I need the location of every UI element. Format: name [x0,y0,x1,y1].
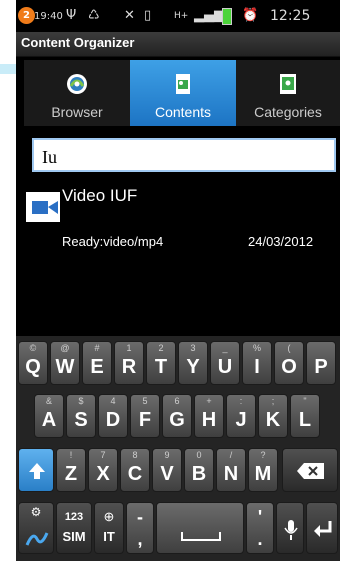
swype-icon [25,532,49,546]
backspace-icon [297,463,324,479]
key-n[interactable]: / N [216,448,246,492]
key-b[interactable]: 0B [184,448,214,492]
item-title: Video IUF [62,186,138,205]
key-a[interactable]: & A [34,394,64,438]
tab-categories-label: Categories [254,104,322,120]
key-d[interactable]: 4D [98,394,128,438]
tab-bar: Browser Contents Categories [24,60,340,126]
key-z[interactable]: ! Z [56,448,86,492]
microphone-key[interactable] [276,502,304,554]
recycle-icon: ♺ [88,8,100,23]
search-box [32,138,336,172]
alarm-icon: ⏰ [242,8,259,23]
microphone-icon [284,520,298,540]
document-icon [176,74,190,94]
space-bar-icon [181,532,221,541]
usb-icon: Ψ [66,8,77,23]
app-title: Content Organizer [21,35,135,50]
tab-contents-label: Contents [154,104,212,120]
key-l[interactable]: " L [290,394,320,438]
status-bar: 2 19:40 Ψ ♺ ✕ ▯ H+ ▂▄▆ ⏰ 12:25 [16,0,340,32]
phone-screen: 2 19:40 Ψ ♺ ✕ ▯ H+ ▂▄▆ ⏰ 12:25 Content O… [16,0,340,561]
key-c[interactable]: 8C [120,448,150,492]
gear-icon: ⚙ [30,505,42,519]
apostrophe-period-key[interactable]: ' . [246,502,274,554]
key-q[interactable]: © Q [18,341,48,385]
signal-icon: ▂▄▆ [194,8,224,23]
key-i[interactable]: % I [242,341,272,385]
key-o[interactable]: (O [274,341,304,385]
backspace-key[interactable] [282,448,338,492]
status-time: 12:25 [270,8,311,24]
item-subtitle: Ready:video/mp4 [62,234,164,249]
key-f[interactable]: 5F [130,394,160,438]
key-e[interactable]: # E [82,341,112,385]
globe-small-icon: ⊕ [103,509,115,524]
search-input[interactable] [40,143,334,171]
key-h[interactable]: + H [194,394,224,438]
settings-swype-key[interactable]: ⚙ [18,502,54,554]
shift-key[interactable] [18,448,54,492]
key-x[interactable]: 7X [88,448,118,492]
enter-key[interactable] [306,502,338,554]
key-p[interactable]: P [306,341,336,385]
vibrate-icon: ▯ [144,8,152,23]
tab-browser[interactable]: Browser [24,60,130,126]
hyphen-comma-key[interactable]: - , [126,502,154,554]
key-u[interactable]: _ U [210,341,240,385]
key-v[interactable]: 9V [152,448,182,492]
notification-badge: 2 [18,7,35,24]
mute-icon: ✕ [124,8,135,23]
language-key[interactable]: ⊕ IT [94,502,124,554]
enter-icon [314,521,332,537]
video-camera-icon [26,192,60,222]
notification-time: 19:40 [34,11,63,22]
data-hplus-icon: H+ [174,11,189,21]
battery-icon [222,8,232,25]
tab-browser-label: Browser [51,104,103,120]
app-title-bar: Content Organizer [16,32,340,57]
globe-icon [67,74,87,94]
page-margin [0,0,16,561]
key-r[interactable]: 1R [114,341,144,385]
key-m[interactable]: ? M [248,448,278,492]
list-item[interactable]: Video IUF Ready:video/mp4 24/03/2012 [16,180,340,260]
key-t[interactable]: 2T [146,341,176,385]
space-key[interactable] [156,502,244,554]
key-s[interactable]: $ S [66,394,96,438]
symbols-key[interactable]: 123 SIM [56,502,92,554]
shift-arrow-icon [29,463,45,479]
item-date: 24/03/2012 [248,234,314,249]
key-w[interactable]: @ W [50,341,80,385]
soft-keyboard: © Q @ W # E 1R 2T 3Y _ U % I (O P & A $ S 4D 5F… [16,336,340,561]
key-g[interactable]: 6G [162,394,192,438]
key-j[interactable]: :J [226,394,256,438]
key-y[interactable]: 3Y [178,341,208,385]
tab-categories[interactable]: Categories [236,60,340,126]
category-icon [280,74,296,94]
key-k[interactable]: ; K [258,394,288,438]
tab-contents[interactable]: Contents [130,60,236,126]
